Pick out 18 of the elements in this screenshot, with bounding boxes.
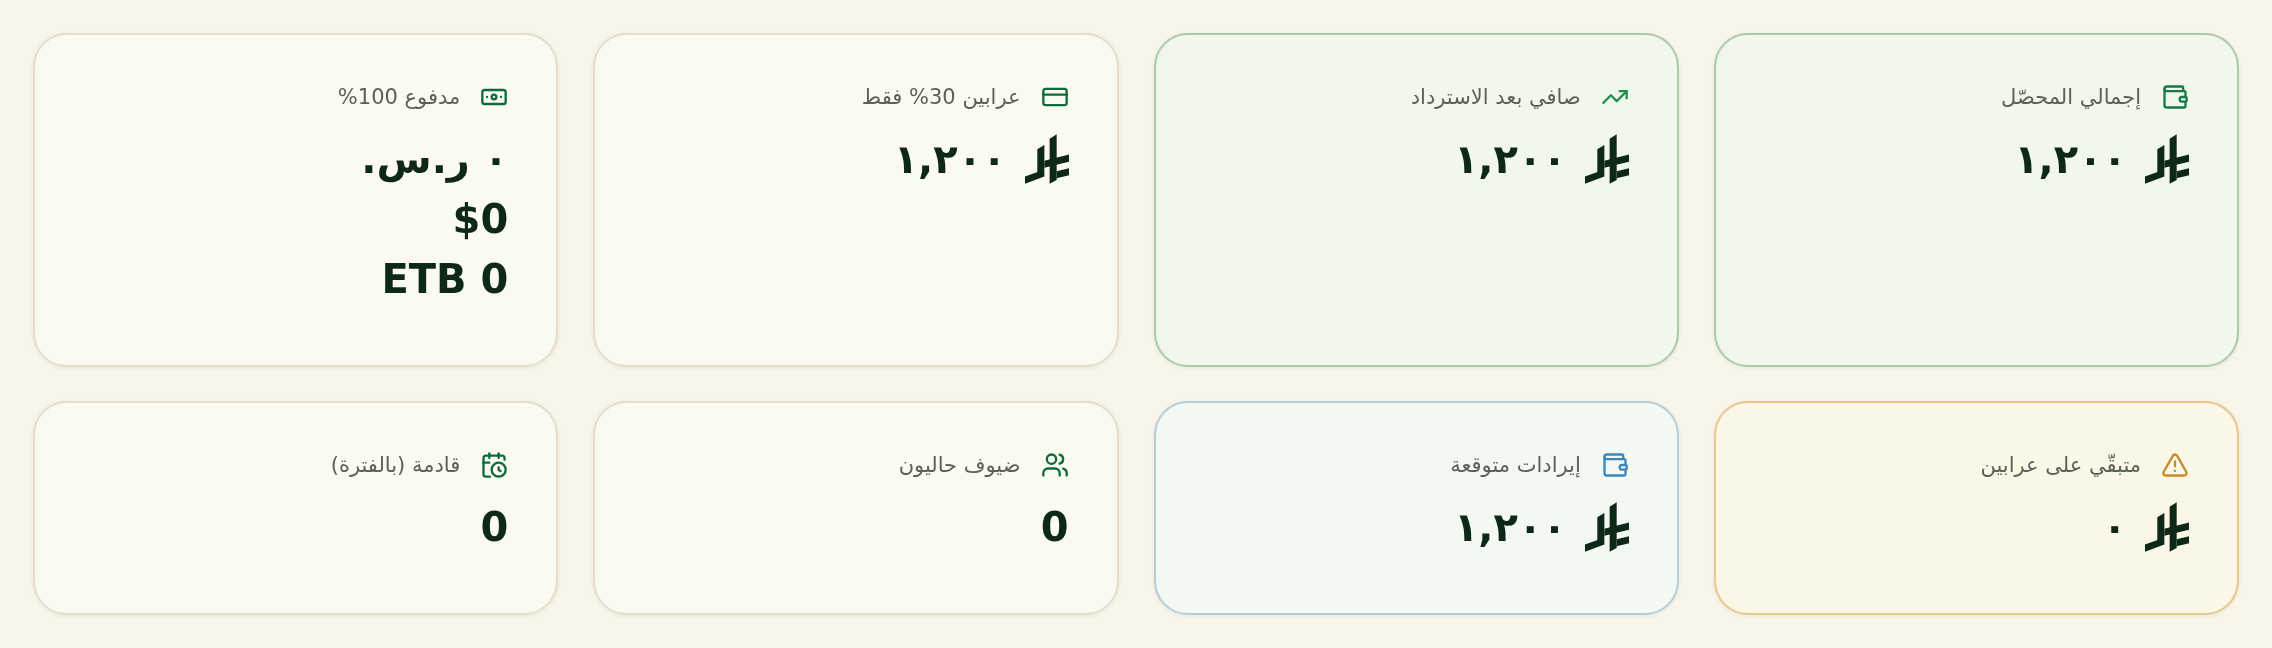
stat-value: ٠ [2102, 503, 2127, 552]
stat-label: متبقّي على عرابين [1980, 453, 2141, 477]
stat-value: ١,٢٠٠ [893, 135, 1007, 184]
stat-label: قادمة (بالفترة) [330, 453, 461, 477]
stat-value: 0 [1040, 503, 1069, 552]
stat-value: $0 [452, 195, 509, 244]
stat-value: ١,٢٠٠ [1453, 135, 1567, 184]
stat-label: إجمالي المحصّل [2001, 85, 2141, 109]
stat-label: صافي بعد الاسترداد [1410, 85, 1581, 109]
stat-value: ١,٢٠٠ [1453, 503, 1567, 552]
stat-label: مدفوع 100% [337, 85, 461, 109]
stat-value: ١,٢٠٠ [2014, 135, 2127, 184]
stat-value: ETB 0 [381, 255, 509, 304]
stat-value: 0 [480, 503, 509, 552]
stat-label: ضيوف حاليون [898, 453, 1021, 477]
stat-label: عرابين 30% فقط [861, 85, 1021, 109]
stat-value: ٠ ر.س. [361, 135, 509, 185]
stat-label: إيرادات متوقعة [1450, 453, 1581, 477]
